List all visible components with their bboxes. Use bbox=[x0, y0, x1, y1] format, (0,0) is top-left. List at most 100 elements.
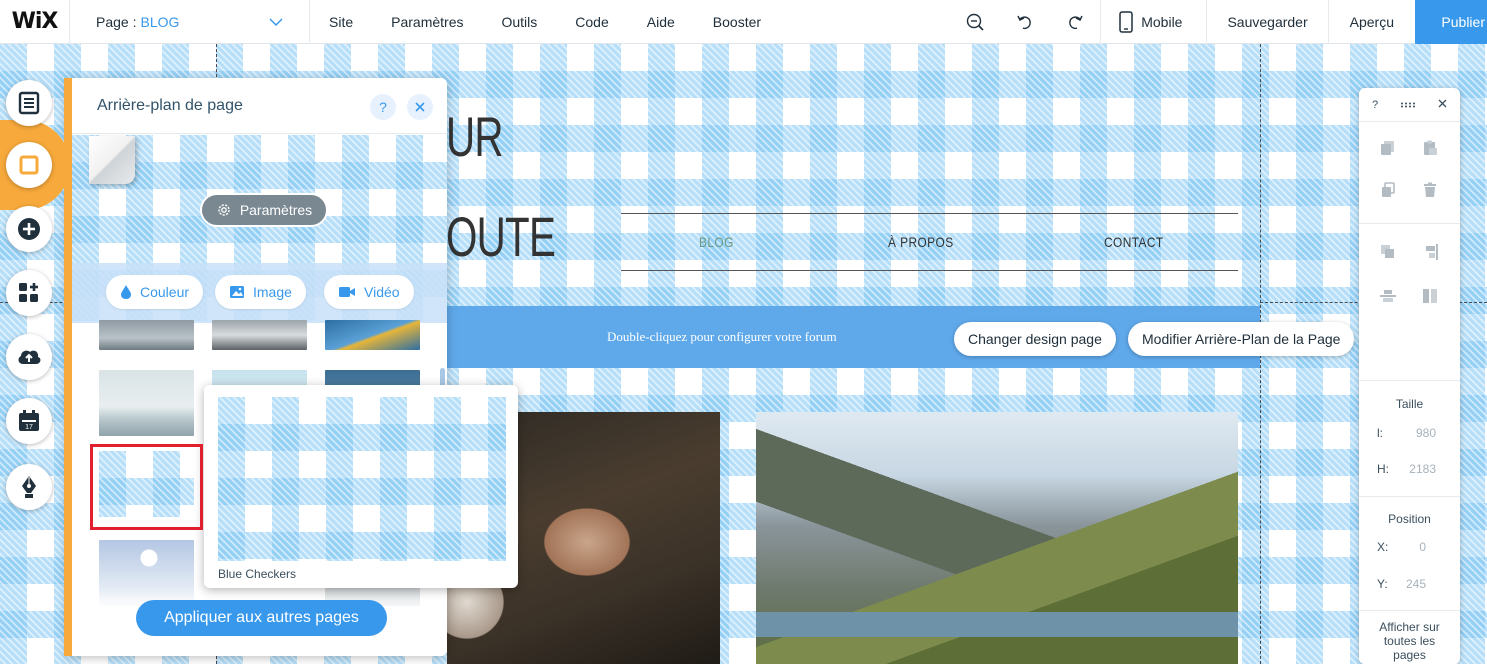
droplet-icon bbox=[121, 285, 131, 299]
paste-icon[interactable] bbox=[1422, 140, 1438, 156]
pen-nib-icon bbox=[22, 476, 36, 498]
edit-background-button[interactable]: Modifier Arrière-Plan de la Page bbox=[1128, 322, 1355, 356]
width-value[interactable]: 980 bbox=[1386, 426, 1436, 440]
menu-booster[interactable]: Booster bbox=[694, 0, 780, 44]
cloud-upload-icon bbox=[18, 350, 41, 364]
duplicate-icon[interactable] bbox=[1380, 182, 1396, 198]
page-selector[interactable]: Page : BLOG bbox=[70, 0, 310, 44]
add-icon bbox=[18, 218, 40, 240]
apps-icon bbox=[19, 283, 38, 302]
rail-apps-button[interactable] bbox=[6, 270, 52, 316]
panel-header: Arrière-plan de page ? bbox=[72, 78, 447, 134]
site-title-line1[interactable]: UR bbox=[446, 104, 504, 169]
preview-button[interactable]: Aperçu bbox=[1329, 0, 1415, 44]
save-button[interactable]: Sauvegarder bbox=[1207, 0, 1329, 44]
menu-site[interactable]: Site bbox=[310, 0, 372, 44]
background-icon bbox=[19, 155, 39, 175]
wix-logo[interactable]: WiX bbox=[0, 0, 70, 44]
height-value[interactable]: 2183 bbox=[1386, 462, 1436, 476]
page-selector-label: Page : bbox=[96, 13, 137, 30]
rail-media-upload-button[interactable] bbox=[6, 334, 52, 380]
menu-code[interactable]: Code bbox=[556, 0, 627, 44]
background-thumbnail[interactable] bbox=[212, 320, 307, 350]
svg-text:17: 17 bbox=[25, 424, 33, 431]
delete-icon[interactable] bbox=[1422, 182, 1438, 198]
topbar-actions: Mobile Sauvegarder Aperçu Publier bbox=[950, 0, 1487, 44]
show-all-pages-line1[interactable]: Afficher sur bbox=[1359, 620, 1460, 634]
menu-outils[interactable]: Outils bbox=[482, 0, 556, 44]
thumbnail-preview-popup: Blue Checkers bbox=[204, 385, 518, 588]
rail-blog-button[interactable] bbox=[6, 464, 52, 510]
publish-button[interactable]: Publier bbox=[1415, 0, 1487, 44]
editor-topbar: WiX Page : BLOG Site Paramètres Outils C… bbox=[0, 0, 1487, 44]
y-value[interactable]: 245 bbox=[1376, 577, 1426, 591]
tab-image[interactable]: Image bbox=[215, 275, 306, 309]
photo-mountain-lake[interactable] bbox=[756, 412, 1238, 664]
inspector-help-button[interactable]: ? bbox=[1372, 99, 1378, 111]
settings-button[interactable]: Paramètres bbox=[200, 193, 328, 227]
inspector-separator bbox=[1359, 610, 1460, 611]
width-key: l: bbox=[1377, 426, 1383, 440]
selection-highlight bbox=[90, 444, 203, 530]
size-label: Taille bbox=[1395, 397, 1424, 411]
background-thumbnail[interactable] bbox=[325, 320, 420, 350]
rail-background-button[interactable] bbox=[6, 142, 52, 188]
background-thumbnail[interactable] bbox=[99, 370, 194, 436]
tab-video[interactable]: Vidéo bbox=[324, 275, 414, 309]
inspector-separator bbox=[1359, 380, 1460, 381]
background-thumbnail[interactable] bbox=[99, 320, 194, 350]
menu-aide[interactable]: Aide bbox=[628, 0, 694, 44]
arrange-icon[interactable] bbox=[1380, 244, 1396, 260]
mobile-view-button[interactable]: Mobile bbox=[1100, 0, 1208, 44]
redo-icon bbox=[1069, 15, 1083, 30]
rail-add-button[interactable] bbox=[6, 206, 52, 252]
nav-top-line bbox=[621, 213, 1238, 214]
image-icon bbox=[230, 286, 244, 298]
zoom-out-button[interactable] bbox=[950, 0, 1000, 44]
inspector-panel: ? Taille l: 980 H: 2183 Position X: 0 Y:… bbox=[1359, 88, 1460, 664]
page-selector-value: BLOG bbox=[140, 13, 180, 30]
apply-to-other-pages-button[interactable]: Appliquer aux autres pages bbox=[136, 600, 387, 636]
distribute-icon[interactable] bbox=[1380, 288, 1396, 304]
match-size-icon[interactable] bbox=[1422, 288, 1438, 304]
zoom-out-icon bbox=[967, 13, 984, 31]
main-menu: Site Paramètres Outils Code Aide Booster bbox=[310, 0, 780, 44]
forum-hint: Double-cliquez pour configurer votre for… bbox=[607, 329, 837, 344]
undo-button[interactable] bbox=[1000, 0, 1050, 44]
tab-image-label: Image bbox=[253, 284, 292, 300]
nav-bottom-line bbox=[621, 270, 1238, 271]
close-icon bbox=[415, 102, 425, 112]
nav-item-blog[interactable]: BLOG bbox=[699, 234, 734, 250]
position-label: Position bbox=[1388, 512, 1431, 526]
copy-icon[interactable] bbox=[1380, 140, 1396, 156]
panel-close-button[interactable] bbox=[407, 94, 433, 120]
inspector-separator bbox=[1359, 496, 1460, 497]
x-value[interactable]: 0 bbox=[1376, 540, 1426, 554]
tab-color-label: Couleur bbox=[140, 284, 190, 300]
panel-help-button[interactable]: ? bbox=[370, 94, 396, 120]
panel-title: Arrière-plan de page bbox=[97, 96, 243, 114]
redo-button[interactable] bbox=[1050, 0, 1100, 44]
show-all-pages-line3[interactable]: pages bbox=[1359, 648, 1460, 662]
video-camera-icon bbox=[339, 287, 355, 297]
tab-video-label: Vidéo bbox=[364, 284, 400, 300]
undo-icon bbox=[1017, 15, 1031, 30]
site-title-line2[interactable]: OUTE bbox=[446, 204, 556, 269]
menu-parametres[interactable]: Paramètres bbox=[372, 0, 482, 44]
tab-color[interactable]: Couleur bbox=[106, 275, 204, 309]
show-all-pages-line2[interactable]: toutes les bbox=[1359, 634, 1460, 648]
close-icon bbox=[1438, 99, 1447, 107]
drag-handle-icon[interactable] bbox=[1400, 99, 1416, 111]
rail-pages-button[interactable] bbox=[6, 80, 52, 126]
align-right-icon[interactable] bbox=[1422, 244, 1438, 260]
nav-item-about[interactable]: À PROPOS bbox=[888, 234, 954, 250]
popup-caption: Blue Checkers bbox=[218, 567, 297, 581]
mobile-icon bbox=[1119, 11, 1133, 33]
settings-label: Paramètres bbox=[239, 202, 313, 218]
change-design-button[interactable]: Changer design page bbox=[954, 322, 1116, 356]
nav-item-contact[interactable]: CONTACT bbox=[1104, 234, 1164, 250]
rail-bookings-button[interactable]: 17 bbox=[6, 398, 52, 444]
mobile-label: Mobile bbox=[1141, 14, 1183, 30]
inspector-close-button[interactable] bbox=[1438, 99, 1447, 111]
chevron-down-icon bbox=[269, 14, 283, 30]
